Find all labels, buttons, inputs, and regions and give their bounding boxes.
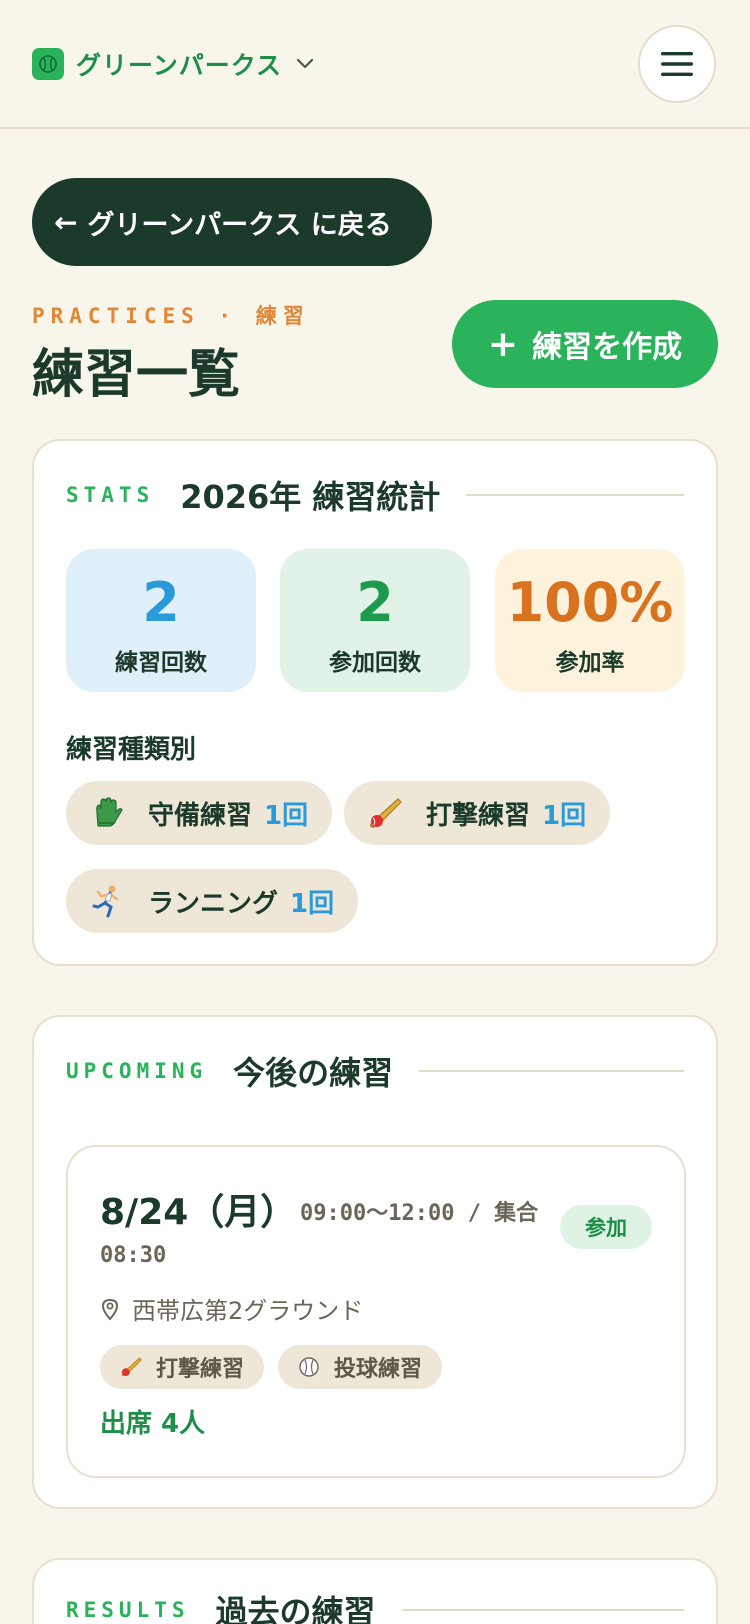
top-bar: グリーンパークス (0, 0, 750, 129)
bat-icon (121, 1357, 142, 1377)
plus-icon: + (487, 323, 519, 365)
type-label: ランニング (148, 888, 279, 919)
runner-icon (92, 885, 119, 918)
divider (401, 1609, 684, 1611)
tag-label: 投球練習 (334, 1357, 423, 1382)
section-label: RESULTS (66, 1598, 190, 1622)
back-to-team-button[interactable]: ← グリーンパークス に戻る (32, 178, 432, 266)
divider (466, 494, 684, 496)
bat-icon (370, 798, 402, 828)
results-card: RESULTS 過去の練習 (32, 1558, 718, 1624)
type-count: 1回 (264, 800, 309, 831)
back-button-label: グリーンパークス に戻る (87, 209, 392, 241)
type-chip-running: ランニング 1回 (66, 869, 359, 933)
location-pin-icon (101, 1298, 119, 1321)
type-chip-fielding: 守備練習 1回 (66, 781, 333, 845)
section-label: STATS (66, 483, 155, 507)
stat-label: 参加回数 (329, 650, 421, 676)
team-name: グリーンパークス (76, 51, 283, 80)
upcoming-card: UPCOMING 今後の練習 8/24（月） 09:00〜12:00 / 集合 … (32, 1015, 718, 1509)
arrow-left-icon: ← (54, 205, 78, 239)
location-text: 西帯広第2グラウンド (132, 1297, 364, 1325)
menu-button[interactable] (638, 25, 716, 103)
section-title: 今後の練習 (233, 1054, 394, 1092)
stat-label: 参加率 (555, 650, 625, 676)
glove-icon (96, 797, 123, 827)
practice-date: 8/24（月） (100, 1192, 297, 1233)
practice-gathering-time: 08:30 (100, 1243, 167, 1268)
stat-value: 2 (356, 571, 394, 634)
team-switcher[interactable]: グリーンパークス (32, 48, 314, 80)
type-label: 守備練習 (148, 800, 253, 831)
create-practice-label: 練習を作成 (532, 330, 683, 365)
stat-value: 100% (506, 571, 674, 634)
type-chip-batting: 打撃練習 1回 (344, 781, 611, 845)
stat-label: 練習回数 (115, 650, 207, 676)
status-badge: 参加 (560, 1205, 652, 1249)
practice-location: 西帯広第2グラウンド (100, 1291, 363, 1326)
baseball-icon (32, 48, 64, 80)
divider (419, 1070, 684, 1072)
tag-label: 打撃練習 (156, 1357, 245, 1382)
practice-tag: 投球練習 (278, 1345, 443, 1389)
section-label: UPCOMING (66, 1059, 208, 1083)
stat-practice-count: 2 練習回数 (66, 549, 256, 692)
section-title: 過去の練習 (215, 1593, 376, 1624)
upcoming-section-header: UPCOMING 今後の練習 (66, 1051, 684, 1092)
chevron-down-icon (296, 58, 314, 69)
type-count: 1回 (290, 888, 335, 919)
section-title: 2026年 練習統計 (180, 478, 441, 516)
stat-attendance-count: 2 参加回数 (280, 549, 470, 692)
attendance-count: 出席 4人 (100, 1409, 206, 1439)
type-count: 1回 (542, 800, 587, 831)
create-practice-button[interactable]: + 練習を作成 (452, 300, 718, 388)
stat-value: 2 (142, 571, 180, 634)
page-title: 練習一覧 (32, 345, 241, 405)
hamburger-menu-icon (661, 52, 693, 76)
practice-tag: 打撃練習 (100, 1345, 265, 1389)
stats-section-header: STATS 2026年 練習統計 (66, 475, 684, 516)
stats-card: STATS 2026年 練習統計 2 練習回数 2 参加回数 100% 参加率 … (32, 439, 718, 966)
baseball-icon (299, 1357, 319, 1377)
results-section-header: RESULTS 過去の練習 (66, 1590, 684, 1624)
practice-types-heading: 練習種類別 (66, 735, 197, 765)
stat-attendance-rate: 100% 参加率 (495, 549, 685, 692)
type-label: 打撃練習 (426, 800, 531, 831)
page-eyebrow: PRACTICES · 練習 (32, 304, 310, 328)
practice-item[interactable]: 8/24（月） 09:00〜12:00 / 集合 08:30 参加 西帯広第2グ… (66, 1145, 686, 1478)
practice-time: 09:00〜12:00 / 集合 (300, 1201, 539, 1226)
